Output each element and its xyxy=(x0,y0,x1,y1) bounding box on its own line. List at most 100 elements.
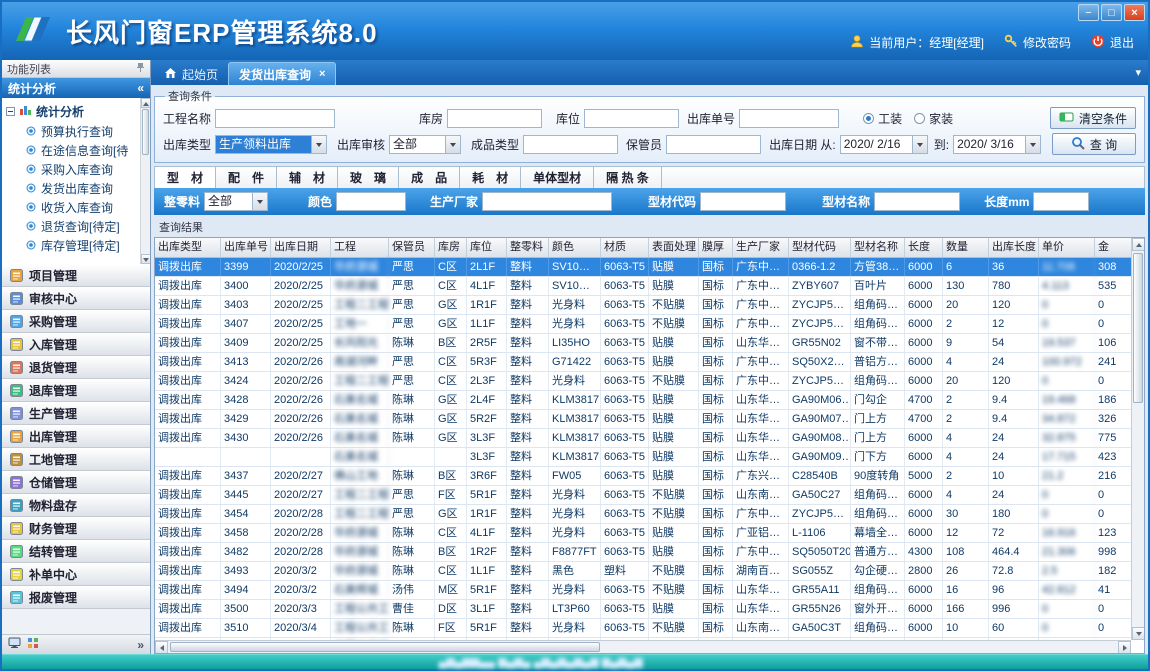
tree-scroll-down-button[interactable] xyxy=(141,254,150,264)
table-row[interactable]: 调拨出库34452020/2/27工程二工程严思F区5R1F整料光身料6063-… xyxy=(155,486,1131,505)
project-name-input[interactable] xyxy=(215,109,335,128)
horizontal-scroll-thumb[interactable] xyxy=(170,642,600,652)
tree-item[interactable]: 预算执行查询 xyxy=(2,122,150,141)
close-button[interactable]: × xyxy=(1124,4,1145,21)
accordion-item[interactable]: 财务管理 xyxy=(2,517,150,540)
warehouse-input[interactable] xyxy=(447,109,542,128)
table-row[interactable]: 调拨出库34242020/2/26工程二工程严思C区2L3F整料光身料6063-… xyxy=(155,372,1131,391)
accordion-item[interactable]: 仓储管理 xyxy=(2,471,150,494)
vertical-scrollbar[interactable] xyxy=(1131,238,1144,640)
accordion-item[interactable]: 审核中心 xyxy=(2,287,150,310)
color-input[interactable] xyxy=(336,192,406,211)
table-row[interactable]: 石美名城3L3F整料KLM38176063-T5贴膜国标山东华…GA90M09…… xyxy=(155,448,1131,467)
accordion-item[interactable]: 工地管理 xyxy=(2,448,150,471)
tree-item[interactable]: 采购入库查询 xyxy=(2,160,150,179)
table-row[interactable]: 调拨出库34282020/2/26石美名城陈琳G区2L4F整料KLM381760… xyxy=(155,391,1131,410)
column-header[interactable]: 数量 xyxy=(943,238,989,257)
scroll-down-button[interactable] xyxy=(1132,627,1145,640)
table-row[interactable]: 调拨出库34292020/2/26石美名城陈琳G区5R2F整料KLM381760… xyxy=(155,410,1131,429)
column-header[interactable]: 长度 xyxy=(905,238,943,257)
accordion-item[interactable]: 生产管理 xyxy=(2,402,150,425)
column-header[interactable]: 整零料 xyxy=(507,238,549,257)
material-tab[interactable]: 隔 热 条 xyxy=(594,167,662,188)
table-row[interactable]: 调拨出库34582020/2/28华府源城陈琳C区4L1F整料光身料6063-T… xyxy=(155,524,1131,543)
tree-scroll-thumb[interactable] xyxy=(142,109,149,155)
length-input[interactable] xyxy=(1033,192,1089,211)
column-header[interactable]: 出库长度 xyxy=(989,238,1039,257)
tree-root[interactable]: 统计分析 xyxy=(2,101,150,122)
date-from-picker[interactable]: 2020/ 2/16 xyxy=(840,135,928,154)
jiazhuang-radio[interactable] xyxy=(914,113,925,124)
material-tab[interactable]: 单体型材 xyxy=(521,167,594,188)
column-header[interactable]: 型材代码 xyxy=(789,238,851,257)
accordion-item[interactable]: 补单中心 xyxy=(2,563,150,586)
tree-item[interactable]: 在途信息查询[待 xyxy=(2,141,150,160)
accordion-item[interactable]: 出库管理 xyxy=(2,425,150,448)
date-to-picker[interactable]: 2020/ 3/16 xyxy=(953,135,1041,154)
gongzhuang-radio[interactable] xyxy=(863,113,874,124)
search-button[interactable]: 查 询 xyxy=(1052,133,1136,155)
column-header[interactable]: 表面处理 xyxy=(649,238,699,257)
date-from-dropdown-icon[interactable] xyxy=(912,136,927,153)
horizontal-scrollbar[interactable] xyxy=(155,640,1131,653)
tree-scrollbar[interactable] xyxy=(140,98,150,264)
tab-home[interactable]: 起始页 xyxy=(154,63,228,85)
whole-dropdown-icon[interactable] xyxy=(252,193,267,210)
out-type-dropdown-icon[interactable] xyxy=(311,136,326,153)
column-header[interactable]: 型材名称 xyxy=(851,238,905,257)
audit-select[interactable]: 全部 xyxy=(389,135,461,154)
tree-item[interactable]: 收货入库查询 xyxy=(2,198,150,217)
tree-item[interactable]: 发货出库查询 xyxy=(2,179,150,198)
code-input[interactable] xyxy=(700,192,786,211)
tree-expander-icon[interactable] xyxy=(6,107,15,116)
table-row[interactable]: 调拨出库34302020/2/26石美名城陈琳G区3L3F整料KLM381760… xyxy=(155,429,1131,448)
column-header[interactable]: 出库类型 xyxy=(155,238,221,257)
accordion-item[interactable]: 退库管理 xyxy=(2,379,150,402)
apps-icon[interactable] xyxy=(27,637,39,652)
table-row[interactable]: 调拨出库34002020/2/25华府源城严思C区4L1F整料SV10…6063… xyxy=(155,277,1131,296)
table-row[interactable]: 调拨出库34932020/3/2华府源城陈琳C区1L1F整料黑色塑料不贴膜国标湖… xyxy=(155,562,1131,581)
table-row[interactable]: 调拨出库35102020/3/4工程公共工程陈琳F区5R1F整料光身料6063-… xyxy=(155,619,1131,638)
order-no-input[interactable] xyxy=(739,109,839,128)
tab-shipping-outbound-query[interactable]: 发货出库查询 × xyxy=(228,62,336,85)
column-header[interactable]: 生产厂家 xyxy=(733,238,789,257)
column-header[interactable]: 库位 xyxy=(467,238,507,257)
out-type-select[interactable]: 生产领料出库 xyxy=(215,135,327,154)
table-row[interactable]: 调拨出库34032020/2/25工程二工程严思G区1R1F整料光身料6063-… xyxy=(155,296,1131,315)
column-header[interactable]: 出库单号 xyxy=(221,238,271,257)
table-row[interactable]: 调拨出库34942020/3/2石美辉城汤伟M区5R1F整料光身料6063-T5… xyxy=(155,581,1131,600)
material-tab[interactable]: 辅 材 xyxy=(277,167,338,188)
scroll-up-button[interactable] xyxy=(1132,238,1145,251)
column-header[interactable]: 单价 xyxy=(1039,238,1095,257)
tab-close-icon[interactable]: × xyxy=(319,68,325,80)
material-tab[interactable]: 配 件 xyxy=(216,167,277,188)
change-password-button[interactable]: 修改密码 xyxy=(1004,34,1071,51)
accordion-item[interactable]: 入库管理 xyxy=(2,333,150,356)
tree-item[interactable]: 库存管理[待定] xyxy=(2,236,150,255)
scroll-left-button[interactable] xyxy=(155,641,168,654)
material-tab[interactable]: 耗 材 xyxy=(460,167,521,188)
keeper-input[interactable] xyxy=(666,135,761,154)
table-row[interactable]: 调拨出库34072020/2/25工地一严思G区1L1F整料光身料6063-T5… xyxy=(155,315,1131,334)
collapse-icon[interactable]: « xyxy=(137,81,144,95)
tree-item[interactable]: 退货查询[待定] xyxy=(2,217,150,236)
column-header[interactable]: 出库日期 xyxy=(271,238,331,257)
maximize-button[interactable]: □ xyxy=(1101,4,1122,21)
vertical-scroll-thumb[interactable] xyxy=(1133,253,1143,403)
name-input[interactable] xyxy=(874,192,960,211)
table-row[interactable]: 调拨出库34092020/2/25长风阳光陈琳B区2R5F整料LI35HO606… xyxy=(155,334,1131,353)
material-tab[interactable]: 成 品 xyxy=(399,167,460,188)
column-header[interactable]: 库房 xyxy=(435,238,467,257)
scroll-right-button[interactable] xyxy=(1118,641,1131,654)
accordion-item[interactable]: 报废管理 xyxy=(2,586,150,609)
table-row[interactable]: 调拨出库35002020/3/3工程公共工程曹佳D区3L1F整料LT3P6060… xyxy=(155,600,1131,619)
table-row[interactable]: 调拨出库34822020/2/28华府源城陈琳B区1R2F整料F8877FT60… xyxy=(155,543,1131,562)
table-row[interactable]: 调拨出库33992020/2/25华府源城严思C区2L1F整料SV10…6063… xyxy=(155,258,1131,277)
sidebar-section-header[interactable]: 统计分析 « xyxy=(2,78,150,98)
accordion-item[interactable]: 采购管理 xyxy=(2,310,150,333)
material-tab[interactable]: 玻 璃 xyxy=(338,167,399,188)
whole-select[interactable]: 全部 xyxy=(204,192,268,211)
table-row[interactable]: 调拨出库34372020/2/27佛山工地陈琳B区3R6F整料FW056063-… xyxy=(155,467,1131,486)
material-tab[interactable]: 型 材 xyxy=(155,167,216,188)
location-input[interactable] xyxy=(584,109,679,128)
